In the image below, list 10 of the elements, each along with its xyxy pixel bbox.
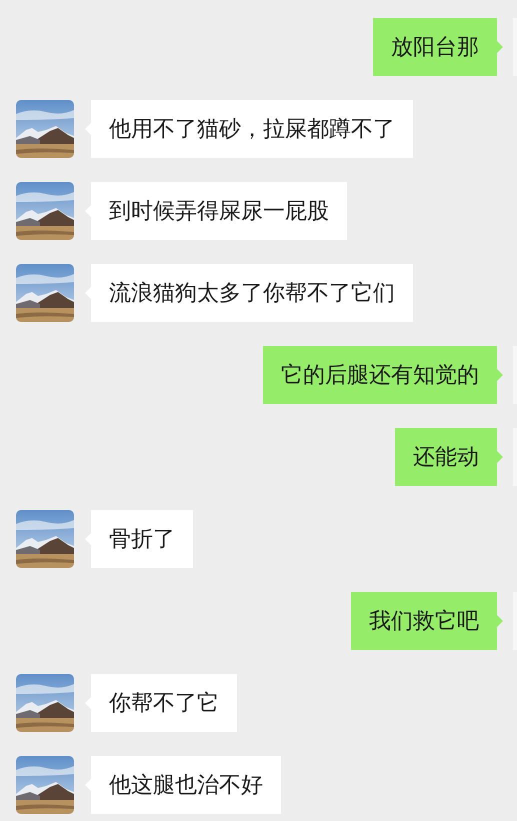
- message-bubble: 流浪猫狗太多了你帮不了它们: [85, 264, 413, 322]
- message-bubble: 放阳台那: [373, 18, 503, 76]
- message-bubble: 你帮不了它: [85, 674, 237, 732]
- message-bubble: 到时候弄得屎尿一屁股: [85, 182, 347, 240]
- message-bubble: 骨折了: [85, 510, 193, 568]
- message-bubble: 它的后腿还有知觉的: [263, 346, 503, 404]
- message-bubble: 他这腿也治不好: [85, 756, 281, 814]
- message-bubble: 我们救它吧: [351, 592, 503, 650]
- message-bubble: 他用不了猫砂，拉屎都蹲不了: [85, 100, 413, 158]
- message-bubble: 还能动: [395, 428, 503, 486]
